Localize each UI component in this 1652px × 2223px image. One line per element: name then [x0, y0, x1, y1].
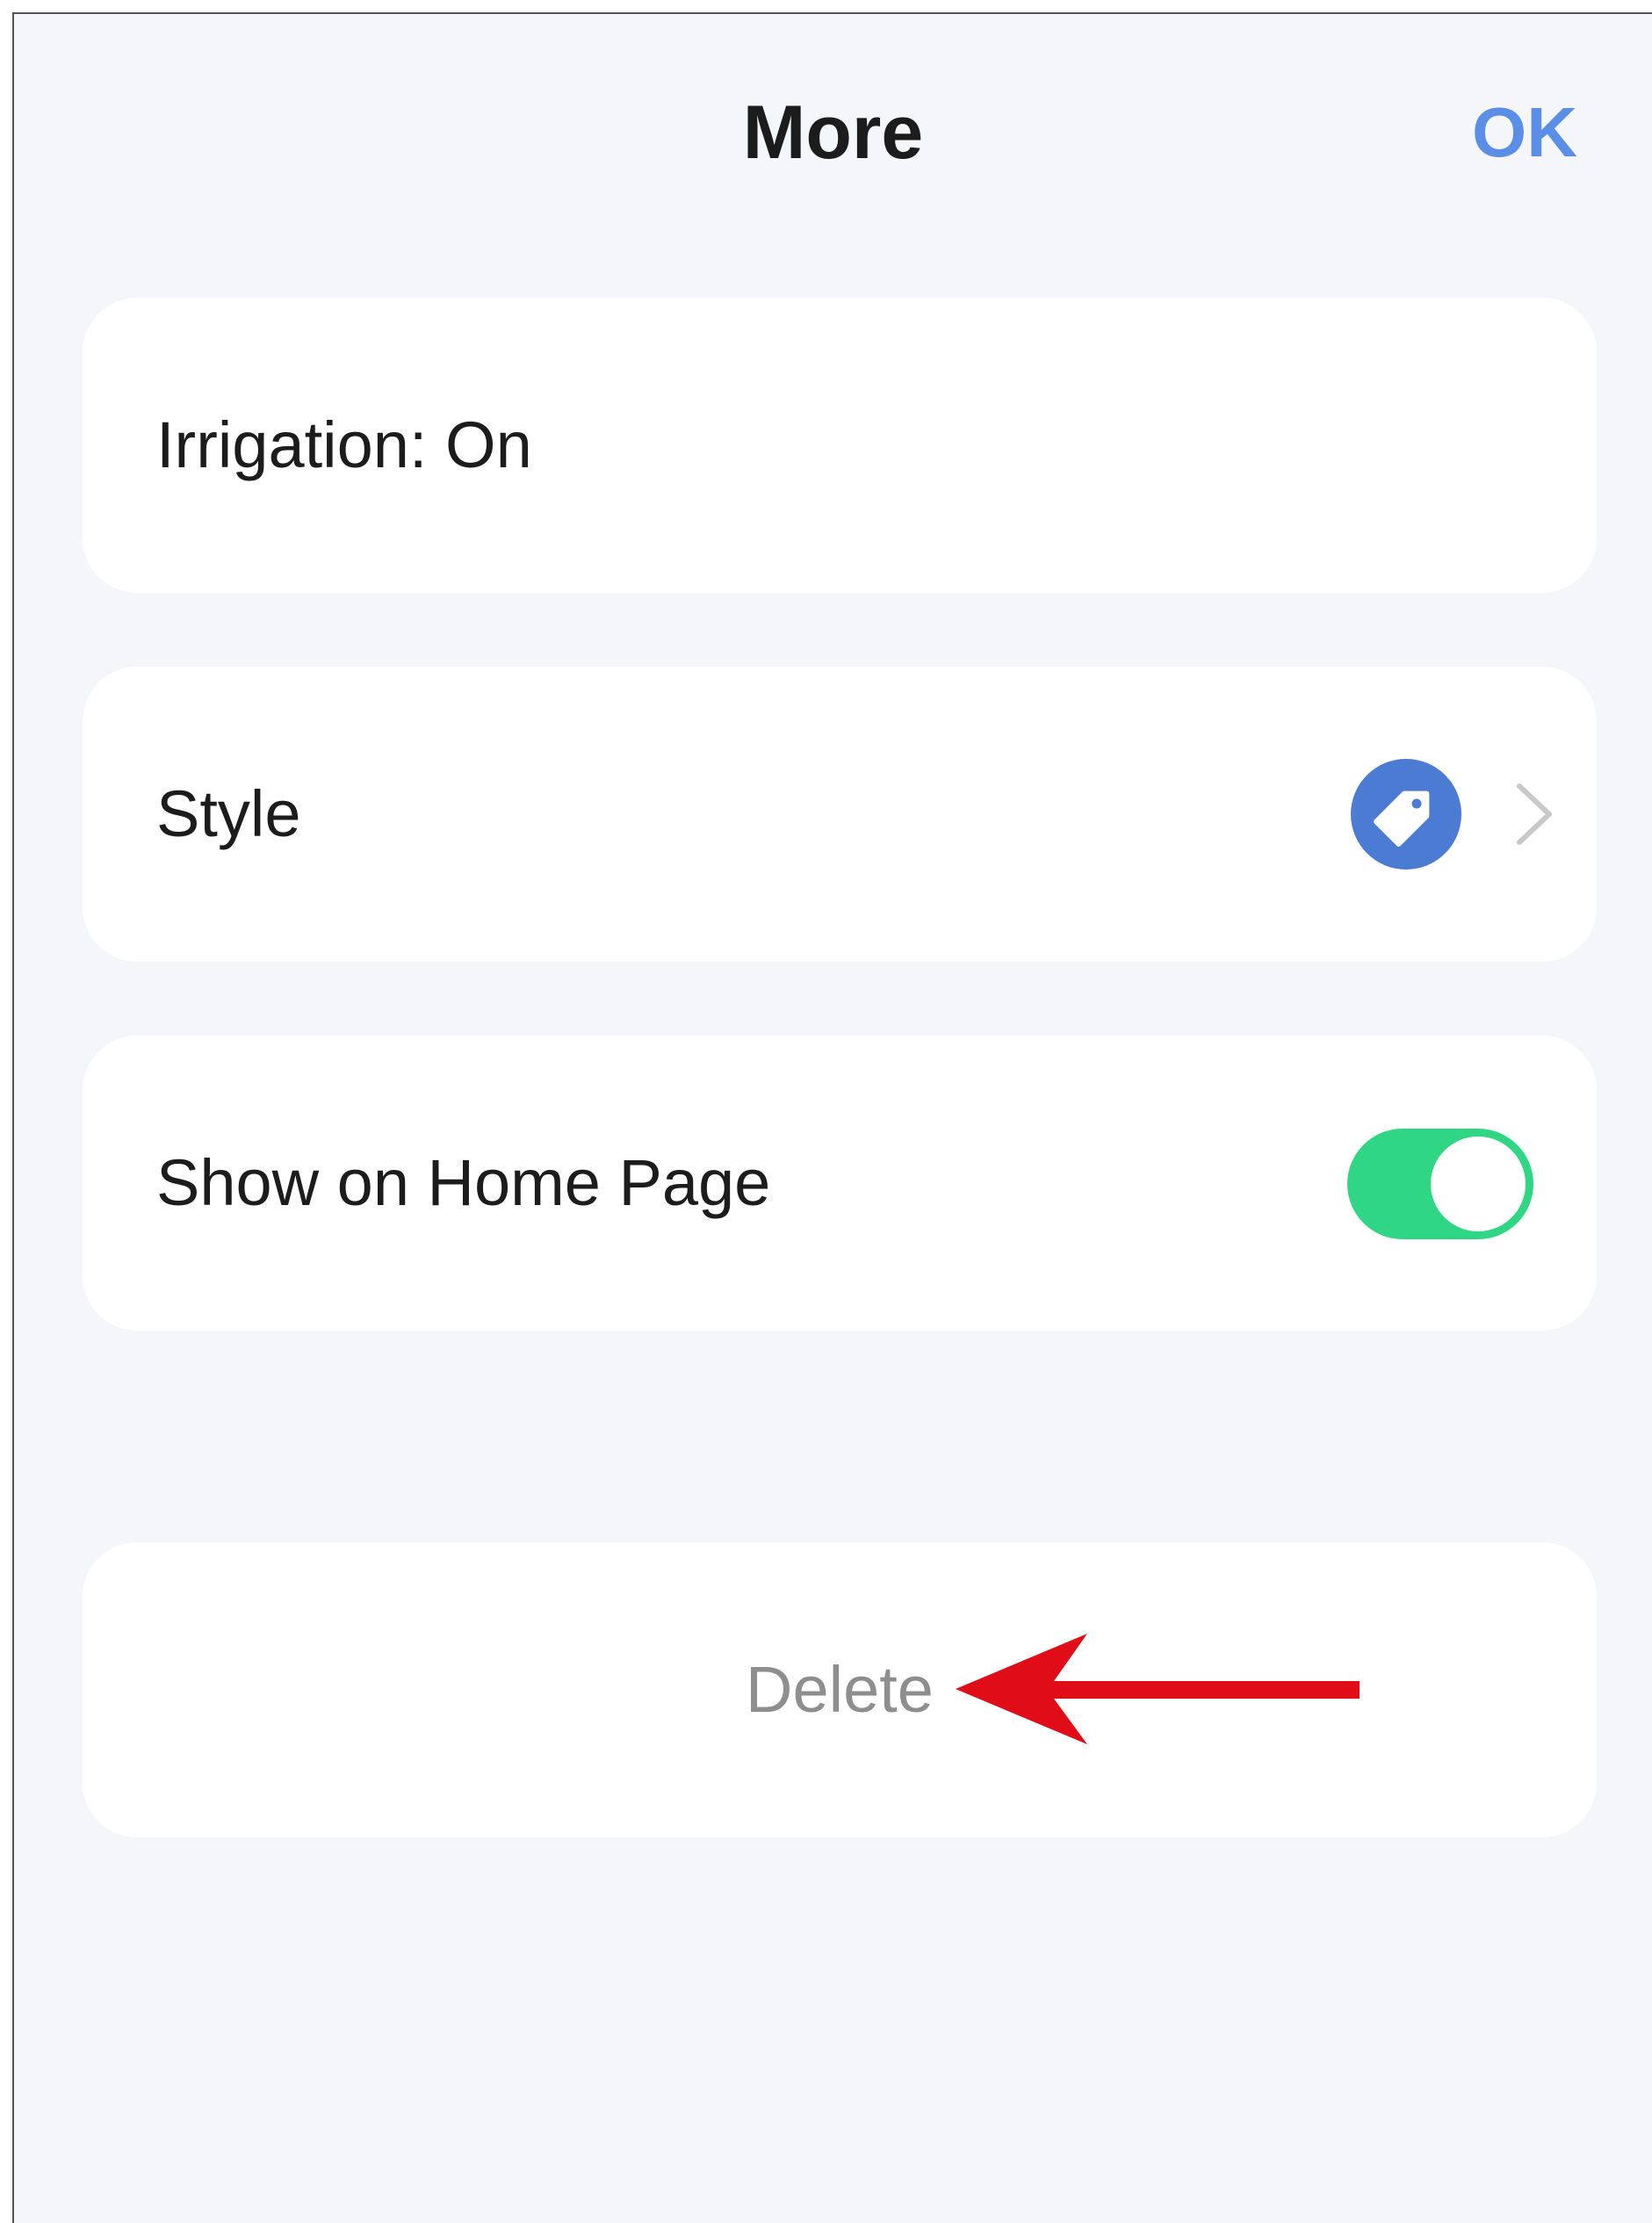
delete-row[interactable]: Delete	[83, 1542, 1597, 1837]
ok-button[interactable]: OK	[1472, 89, 1577, 177]
show-on-home-toggle[interactable]	[1347, 1129, 1533, 1239]
show-on-home-label: Show on Home Page	[156, 1146, 771, 1219]
toggle-knob	[1431, 1137, 1526, 1231]
more-screen: More OK Irrigation: On Style Show on Hom…	[12, 12, 1652, 2223]
tag-icon	[1351, 759, 1461, 870]
chevron-right-icon	[1517, 783, 1552, 845]
show-on-home-row: Show on Home Page	[83, 1036, 1597, 1331]
delete-button[interactable]: Delete	[83, 1646, 1597, 1734]
style-label: Style	[156, 777, 301, 850]
irrigation-row[interactable]: Irrigation: On	[83, 298, 1597, 593]
page-title: More	[742, 90, 924, 175]
style-row[interactable]: Style	[83, 667, 1597, 962]
red-arrow-icon	[956, 1634, 1360, 1744]
irrigation-label: Irrigation: On	[156, 408, 532, 481]
